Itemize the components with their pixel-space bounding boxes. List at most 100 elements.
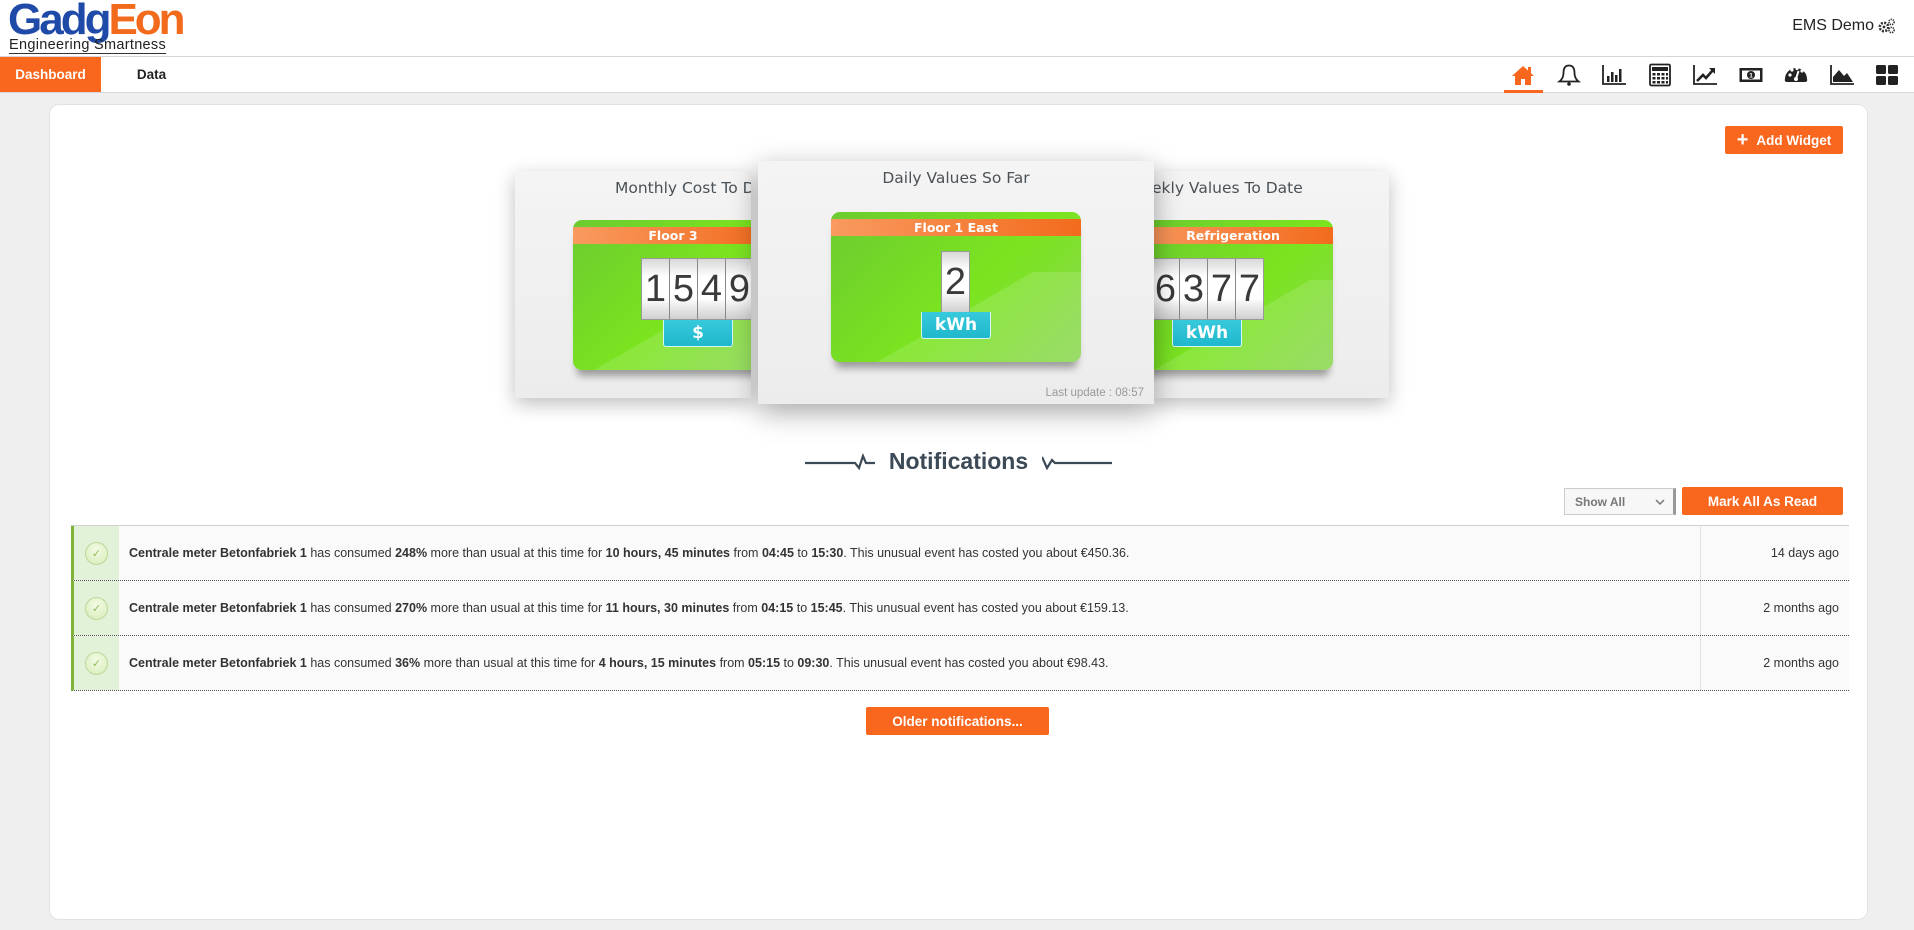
dashboard-panel: + Add Widget Monthly Cost To Date Floor …	[49, 104, 1868, 920]
nav-bar-chart[interactable]	[1592, 57, 1638, 92]
notification-status: ✓	[74, 636, 119, 690]
pulse-line-left-icon	[804, 452, 875, 470]
column-divider	[1700, 581, 1701, 635]
text: from	[729, 601, 762, 615]
meter-digit: 7	[1236, 259, 1263, 319]
meter-location: Floor 3	[573, 227, 751, 244]
area-chart-icon	[1829, 64, 1854, 85]
end-time: 09:30	[797, 656, 830, 670]
dashboard-gauge-icon	[1784, 66, 1808, 82]
text: from	[716, 656, 749, 670]
meter-digit: 6	[1153, 259, 1179, 319]
text: to	[793, 546, 812, 560]
meter-digit: 2	[942, 252, 969, 312]
notifications-heading: Notifications	[50, 448, 1867, 475]
nav-line-chart[interactable]	[1683, 57, 1729, 92]
start-time: 04:15	[761, 601, 794, 615]
last-update-text: Last update : 08:57	[1045, 387, 1144, 399]
meter-name: Centrale meter Betonfabriek 1	[129, 546, 307, 560]
calculator-icon	[1648, 63, 1671, 86]
meter-box: Floor 1 East 2 kWh	[831, 212, 1081, 362]
meter-unit: kWh	[921, 312, 991, 339]
nav-grid[interactable]	[1865, 57, 1911, 92]
widget-title: Daily Values So Far	[882, 169, 1030, 187]
text: to	[793, 601, 811, 615]
meter-unit: kWh	[1172, 320, 1242, 347]
meter-box: Refrigeration 6 3 7 7 kWh	[1153, 220, 1333, 370]
text: has consumed	[306, 546, 396, 560]
text: to	[780, 656, 798, 670]
tab-dashboard[interactable]: Dashboard	[0, 57, 101, 92]
cost-text: . This unusual event has costed you abou…	[829, 656, 1109, 670]
meter-location: Refrigeration	[1153, 227, 1333, 244]
notification-status: ✓	[74, 581, 119, 635]
meter-digit: 3	[1180, 259, 1207, 319]
percent: 36%	[395, 656, 421, 670]
meter-name: Centrale meter Betonfabriek 1	[129, 601, 307, 615]
cost-text: . This unusual event has costed you abou…	[843, 546, 1130, 560]
text: has consumed	[306, 601, 396, 615]
grid-icon	[1876, 64, 1899, 85]
notification-time: 2 months ago	[1763, 601, 1839, 615]
nav-gauge[interactable]	[1774, 57, 1820, 92]
home-icon	[1512, 65, 1535, 85]
notification-message: Centrale meter Betonfabriek 1 has consum…	[129, 526, 1129, 580]
meter-digits: 6 3 7 7	[1153, 258, 1264, 320]
end-time: 15:30	[811, 546, 844, 560]
check-circle-icon[interactable]: ✓	[85, 596, 108, 620]
meter-name: Centrale meter Betonfabriek 1	[129, 656, 307, 670]
percent: 248%	[395, 546, 428, 560]
nav-notifications[interactable]	[1546, 57, 1592, 92]
gadgeon-logo[interactable]: GadgEon Engineering Smartness	[8, 0, 186, 56]
filter-selected-value: Show All	[1575, 494, 1626, 509]
widget-card-weekly-values[interactable]: ekly Values To Date Refrigeration 6 3 7 …	[1153, 171, 1389, 398]
text: more than usual at this time for	[427, 546, 606, 560]
chevron-down-icon	[1655, 498, 1665, 505]
tab-data[interactable]: Data	[101, 57, 202, 92]
older-notifications-button[interactable]: Older notifications...	[866, 707, 1049, 735]
widget-card-daily-values[interactable]: Daily Values So Far Floor 1 East 2 kWh L…	[758, 161, 1154, 404]
notification-message: Centrale meter Betonfabriek 1 has consum…	[129, 581, 1129, 635]
meter-digits: 2	[941, 251, 970, 313]
bell-icon	[1556, 64, 1581, 86]
widget-title: ekly Values To Date	[1153, 179, 1303, 197]
notification-time: 2 months ago	[1763, 656, 1839, 670]
check-circle-icon[interactable]: ✓	[85, 651, 108, 675]
pulse-line-right-icon	[1042, 456, 1113, 470]
check-circle-icon[interactable]: ✓	[85, 541, 108, 565]
nav-money[interactable]: 1	[1728, 57, 1774, 92]
nav-home[interactable]	[1501, 57, 1547, 93]
meter-unit: $	[663, 320, 733, 347]
notification-filter-select[interactable]: Show All	[1564, 488, 1676, 515]
column-divider	[1700, 636, 1701, 690]
main-nav: Dashboard Data 1	[0, 57, 1914, 93]
meter-digits: 1 5 4 9	[641, 258, 751, 320]
notifications-title: Notifications	[888, 448, 1029, 474]
widget-card-monthly-cost[interactable]: Monthly Cost To Date Floor 3 1 5 4 9 $	[515, 171, 751, 398]
text: has consumed	[306, 656, 396, 670]
cost-text: . This unusual event has costed you abou…	[842, 601, 1129, 615]
mark-all-read-button[interactable]: Mark All As Read	[1682, 487, 1843, 515]
user-menu[interactable]: EMS Demo	[1792, 17, 1896, 35]
logo-tagline: Engineering Smartness	[9, 37, 167, 54]
money-icon: 1	[1739, 67, 1763, 82]
notification-item[interactable]: ✓ Centrale meter Betonfabriek 1 has cons…	[71, 526, 1849, 581]
nav-area-chart[interactable]	[1819, 57, 1865, 92]
notification-list: ✓ Centrale meter Betonfabriek 1 has cons…	[71, 525, 1849, 691]
nav-calculator[interactable]	[1637, 57, 1683, 92]
column-divider	[1700, 526, 1701, 580]
meter-digit: 5	[670, 259, 697, 319]
duration: 11 hours, 30 minutes	[605, 601, 730, 615]
notification-item[interactable]: ✓ Centrale meter Betonfabriek 1 has cons…	[71, 636, 1849, 691]
bar-chart-icon	[1602, 64, 1627, 85]
widget-title: Monthly Cost To Date	[615, 179, 751, 197]
percent: 270%	[395, 601, 428, 615]
svg-text:1: 1	[1749, 72, 1753, 79]
duration: 10 hours, 45 minutes	[605, 546, 730, 560]
top-header: GadgEon Engineering Smartness EMS Demo	[0, 0, 1914, 57]
text: more than usual at this time for	[420, 656, 599, 670]
widget-carousel: Monthly Cost To Date Floor 3 1 5 4 9 $ D…	[50, 105, 1867, 425]
gears-icon	[1878, 18, 1895, 34]
notification-status: ✓	[74, 526, 119, 580]
notification-item[interactable]: ✓ Centrale meter Betonfabriek 1 has cons…	[71, 581, 1849, 636]
